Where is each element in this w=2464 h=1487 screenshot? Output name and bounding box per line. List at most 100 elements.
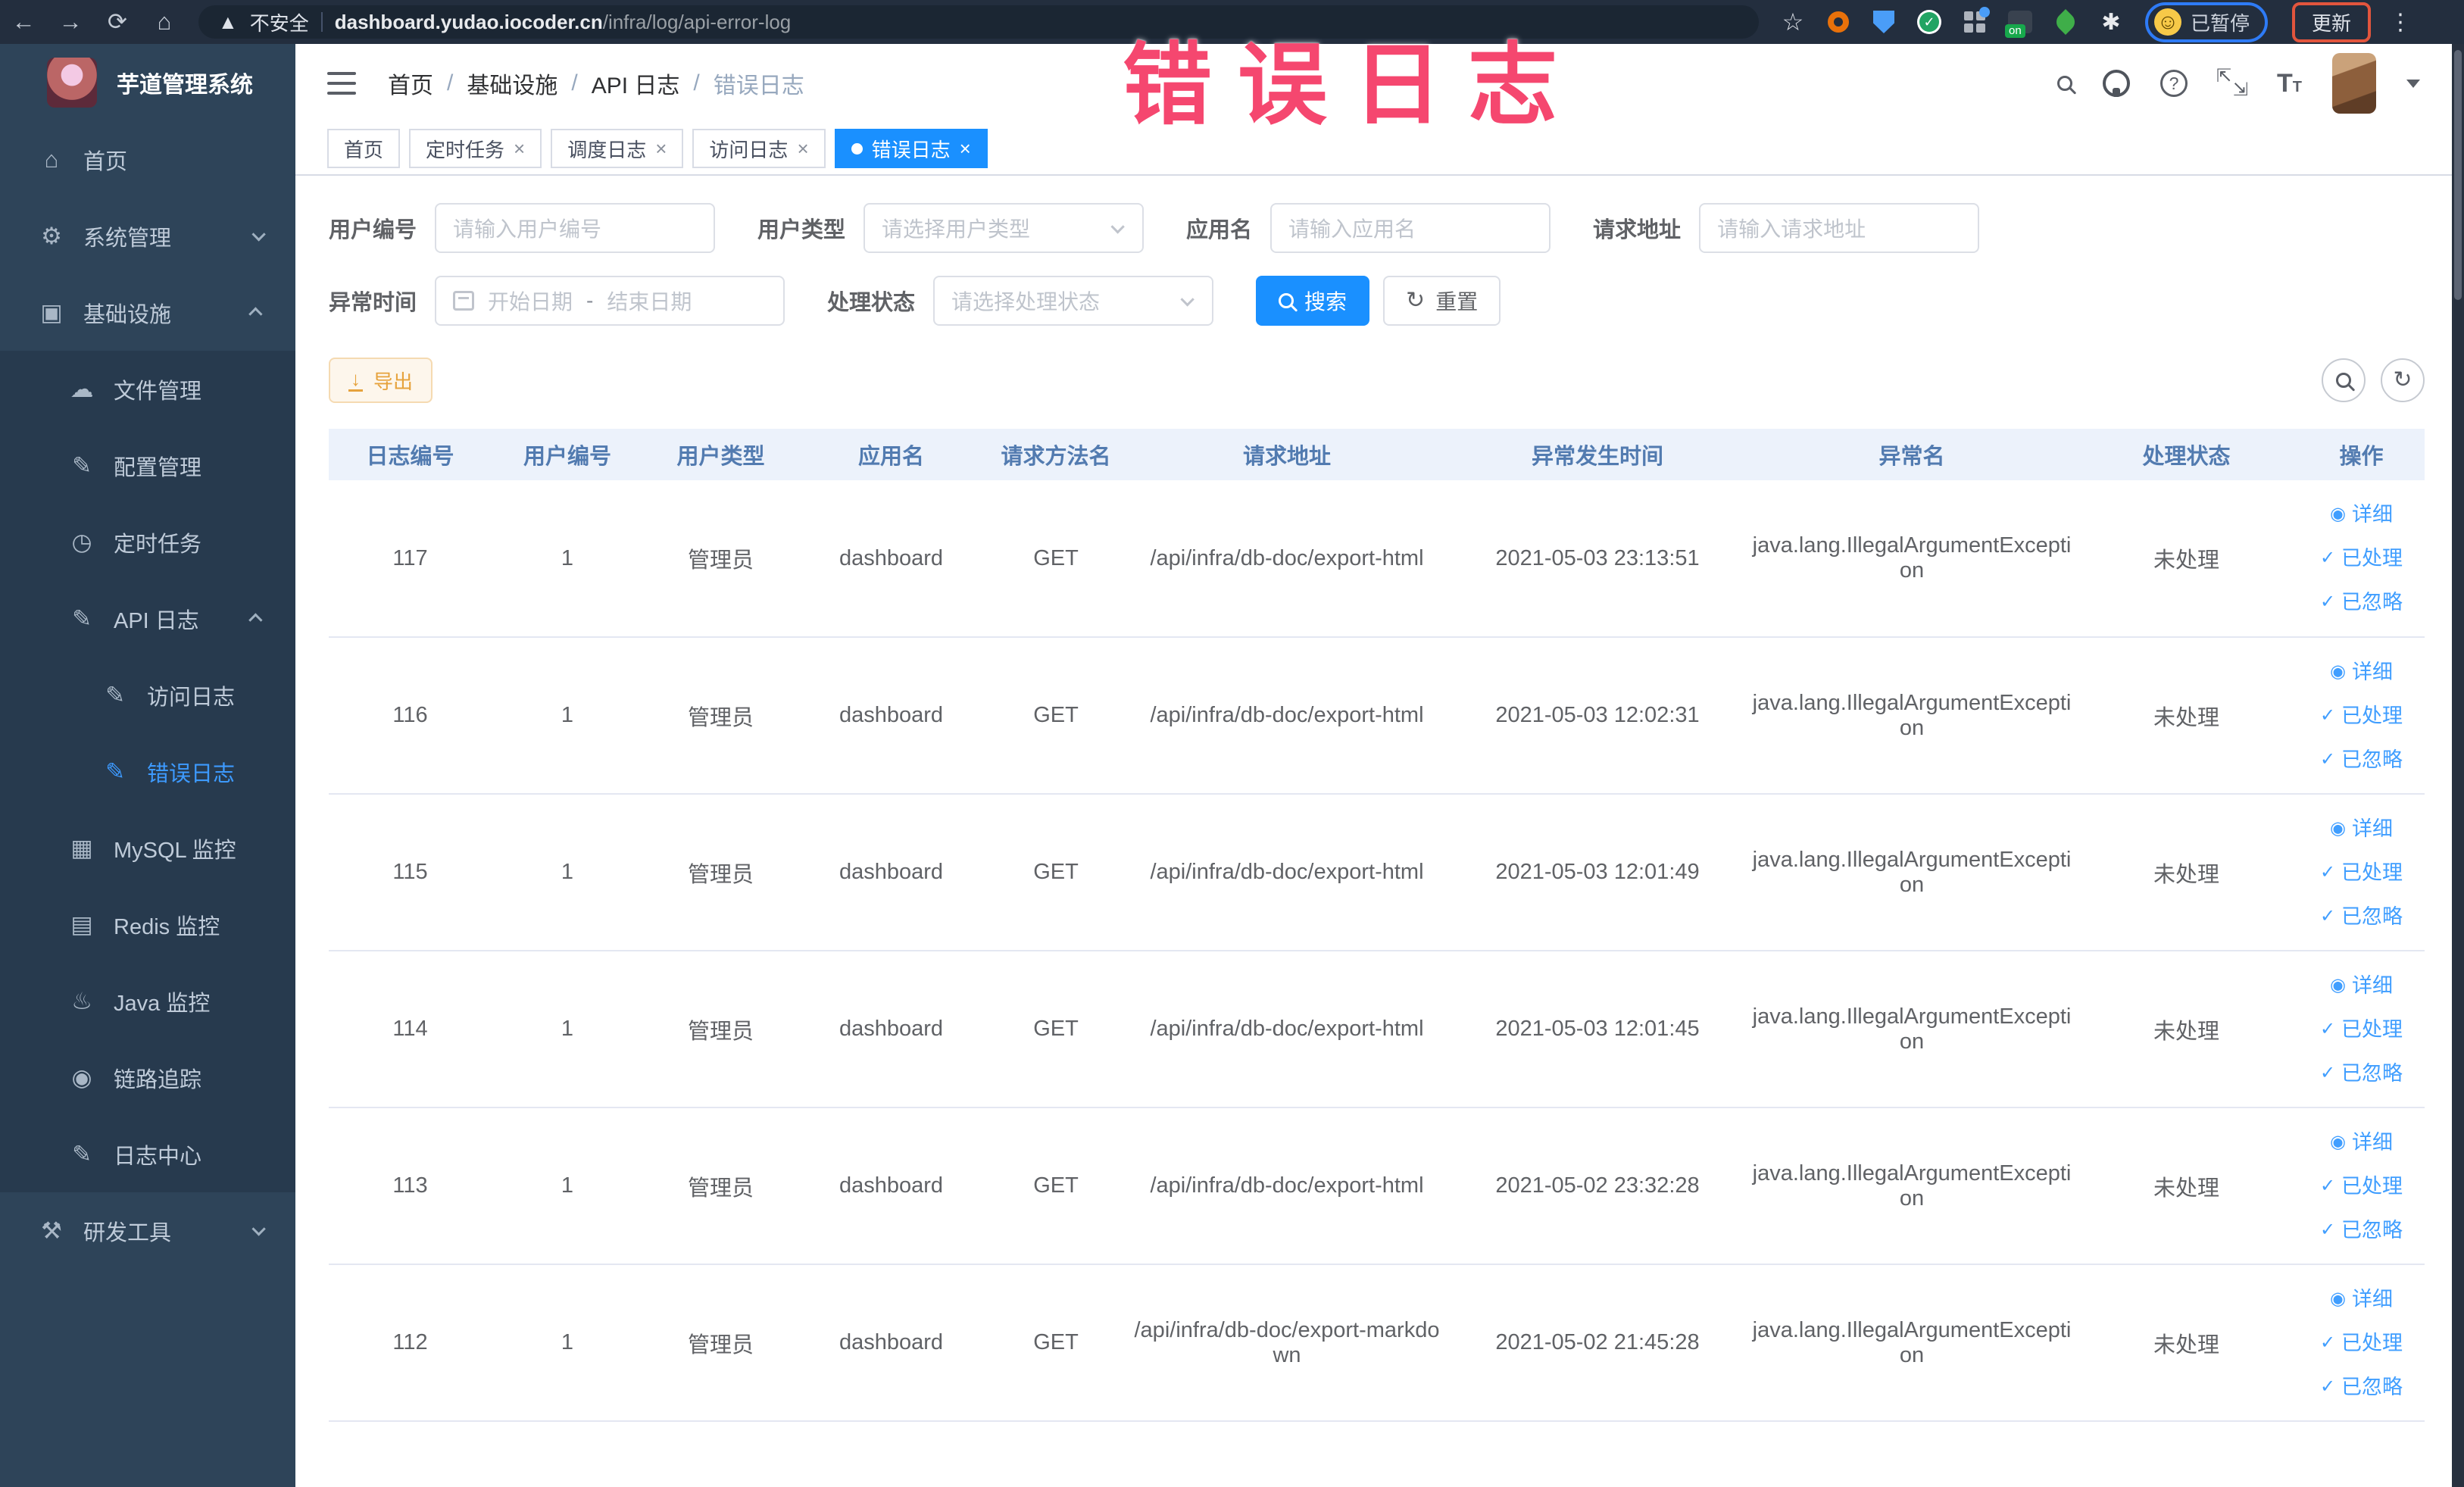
sidebar-item-file-manage[interactable]: ☁ 文件管理 xyxy=(0,351,295,427)
browser-update-button[interactable]: 更新 xyxy=(2292,2,2372,42)
close-icon[interactable]: × xyxy=(514,139,525,158)
refresh-table-button[interactable]: ↻ xyxy=(2381,358,2425,402)
paused-extension-badge[interactable]: ☺ 已暂停 xyxy=(2145,2,2269,42)
on-badge-extension-icon[interactable]: on xyxy=(2003,5,2038,39)
action-ignored-link[interactable]: ✓ 已忽略 xyxy=(2298,895,2425,939)
action-detail-link[interactable]: ◉ 详细 xyxy=(2298,650,2425,694)
tab-error-log[interactable]: 错误日志 × xyxy=(834,129,988,168)
sidebar-item-label: 定时任务 xyxy=(114,532,202,557)
green-check-extension-icon[interactable]: ✓ xyxy=(1912,5,1947,39)
scrollbar[interactable] xyxy=(2452,44,2464,1487)
sidebar-item-label: 访问日志 xyxy=(147,685,236,710)
refresh-icon: ↻ xyxy=(2393,367,2412,392)
sidebar-toggle-icon[interactable] xyxy=(327,72,356,95)
sidebar-item-access-log[interactable]: ✎ 访问日志 xyxy=(0,657,295,733)
reload-icon[interactable]: ⟳ xyxy=(94,8,141,36)
sidebar-item-log-center[interactable]: ✎ 日志中心 xyxy=(0,1116,295,1192)
tab-scheduled-task[interactable]: 定时任务 × xyxy=(409,129,542,168)
font-size-icon[interactable]: TT xyxy=(2277,69,2302,98)
close-icon[interactable]: × xyxy=(655,139,667,158)
app-logo-row[interactable]: 芋道管理系统 xyxy=(0,44,295,121)
url-text[interactable]: dashboard.yudao.iocoder.cn/infra/log/api… xyxy=(335,11,792,34)
action-processed-link[interactable]: ✓ 已处理 xyxy=(2298,536,2425,580)
date-range-input[interactable]: 开始日期 - 结束日期 xyxy=(435,276,785,326)
action-detail-link[interactable]: ◉ 详细 xyxy=(2298,807,2425,851)
url-bar[interactable]: ▲ 不安全 dashboard.yudao.iocoder.cn/infra/l… xyxy=(198,5,1759,39)
action-detail-link[interactable]: ◉ 详细 xyxy=(2298,1120,2425,1164)
avatar[interactable] xyxy=(2332,53,2376,114)
github-icon[interactable] xyxy=(2103,70,2130,97)
action-detail-link[interactable]: ◉ 详细 xyxy=(2298,492,2425,536)
sidebar-item-api-log[interactable]: ✎ API 日志 xyxy=(0,580,295,657)
breadcrumb-item[interactable]: API 日志 xyxy=(592,67,680,100)
action-processed-link[interactable]: ✓ 已处理 xyxy=(2298,694,2425,738)
action-ignored-link[interactable]: ✓ 已忽略 xyxy=(2298,738,2425,782)
sidebar-item-label: API 日志 xyxy=(114,608,199,633)
blue-shield-extension-icon[interactable] xyxy=(1866,5,1901,39)
breadcrumb-item[interactable]: 基础设施 xyxy=(467,67,557,100)
sidebar-item-scheduled-task[interactable]: ◷ 定时任务 xyxy=(0,504,295,580)
request-url-input[interactable]: 请输入请求地址 xyxy=(1699,203,1980,253)
fullscreen-icon[interactable]: ⇱ ⇲ xyxy=(2216,67,2248,99)
action-processed-link[interactable]: ✓ 已处理 xyxy=(2298,1007,2425,1051)
action-detail-link[interactable]: ◉ 详细 xyxy=(2298,964,2425,1007)
sidebar-item-label: 首页 xyxy=(83,149,128,174)
scrollbar-thumb[interactable] xyxy=(2454,50,2462,300)
action-ignored-link[interactable]: ✓ 已忽略 xyxy=(2298,1208,2425,1252)
sidebar-item-java-monitor[interactable]: ♨ Java 监控 xyxy=(0,963,295,1039)
sidebar-item-devtools[interactable]: ⚒ 研发工具 xyxy=(0,1192,295,1269)
browser-menu-icon[interactable]: ⋮ xyxy=(2389,9,2412,36)
action-processed-link[interactable]: ✓ 已处理 xyxy=(2298,1321,2425,1365)
reset-button[interactable]: ↻ 重置 xyxy=(1383,276,1501,326)
sidebar-item-mysql-monitor[interactable]: ▦ MySQL 监控 xyxy=(0,810,295,886)
action-processed-link[interactable]: ✓ 已处理 xyxy=(2298,1164,2425,1208)
sidebar-item-error-log[interactable]: ✎ 错误日志 xyxy=(0,733,295,810)
sidebar-item-home[interactable]: ⌂ 首页 xyxy=(0,121,295,198)
home-icon-browser[interactable]: ⌂ xyxy=(141,8,188,36)
bookmark-star-icon[interactable]: ☆ xyxy=(1775,5,1810,39)
gear-icon: ⚙ xyxy=(41,222,62,249)
tab-access-log[interactable]: 访问日志 × xyxy=(692,129,826,168)
config-manage-icon: ✎ xyxy=(72,451,92,479)
action-processed-link[interactable]: ✓ 已处理 xyxy=(2298,851,2425,895)
toggle-search-button[interactable] xyxy=(2322,358,2366,402)
back-icon[interactable]: ← xyxy=(0,8,47,36)
check-icon: ✓ xyxy=(2319,748,2336,770)
close-icon[interactable]: × xyxy=(960,139,971,158)
forward-icon[interactable]: → xyxy=(47,8,94,36)
cell-id: 115 xyxy=(329,794,492,951)
sidebar-item-redis-monitor[interactable]: ▤ Redis 监控 xyxy=(0,886,295,963)
sidebar-item-trace[interactable]: ◉ 链路追踪 xyxy=(0,1039,295,1116)
search-icon xyxy=(2336,373,2351,388)
app-name-input[interactable]: 请输入应用名 xyxy=(1270,203,1551,253)
app-title: 芋道管理系统 xyxy=(117,73,253,98)
status-select[interactable]: 请选择处理状态 xyxy=(933,276,1214,326)
action-detail-link[interactable]: ◉ 详细 xyxy=(2298,1277,2425,1321)
sidebar-item-system-manage[interactable]: ⚙ 系统管理 xyxy=(0,198,295,274)
sidebar-item-label: 日志中心 xyxy=(114,1144,202,1169)
filter-exception-time: 异常时间 开始日期 - 结束日期 xyxy=(329,276,785,326)
search-button[interactable]: 搜索 xyxy=(1256,276,1370,326)
search-icon[interactable] xyxy=(2057,76,2072,91)
help-icon[interactable]: ? xyxy=(2160,70,2188,97)
user-type-select[interactable]: 请选择用户类型 xyxy=(863,203,1145,253)
avatar-caret-icon[interactable] xyxy=(2406,79,2420,88)
orange-ring-extension-icon[interactable] xyxy=(1821,5,1856,39)
white-star-extension-icon[interactable]: ✱ xyxy=(2094,5,2128,39)
action-ignored-link[interactable]: ✓ 已忽略 xyxy=(2298,1051,2425,1095)
tab-schedule-log[interactable]: 调度日志 × xyxy=(551,129,684,168)
close-icon[interactable]: × xyxy=(797,139,808,158)
action-ignored-link[interactable]: ✓ 已忽略 xyxy=(2298,1365,2425,1409)
devtools-icon: ⚒ xyxy=(41,1217,62,1244)
breadcrumb-item[interactable]: 首页 xyxy=(388,67,433,100)
leaf-extension-icon[interactable] xyxy=(2048,5,2083,39)
sidebar-item-infrastructure[interactable]: ▣ 基础设施 xyxy=(0,274,295,351)
tab-home[interactable]: 首页 xyxy=(327,129,401,168)
grid-extension-icon[interactable] xyxy=(1957,5,1992,39)
action-ignored-link[interactable]: ✓ 已忽略 xyxy=(2298,580,2425,624)
eye-icon: ◉ xyxy=(2330,817,2346,839)
sidebar-item-config-manage[interactable]: ✎ 配置管理 xyxy=(0,427,295,504)
user-id-input[interactable]: 请输入用户编号 xyxy=(435,203,716,253)
cell-actions: ◉ 详细 ✓ 已处理 ✓ 已忽略 xyxy=(2298,637,2425,795)
export-button[interactable]: ↓ 导出 xyxy=(329,358,433,403)
